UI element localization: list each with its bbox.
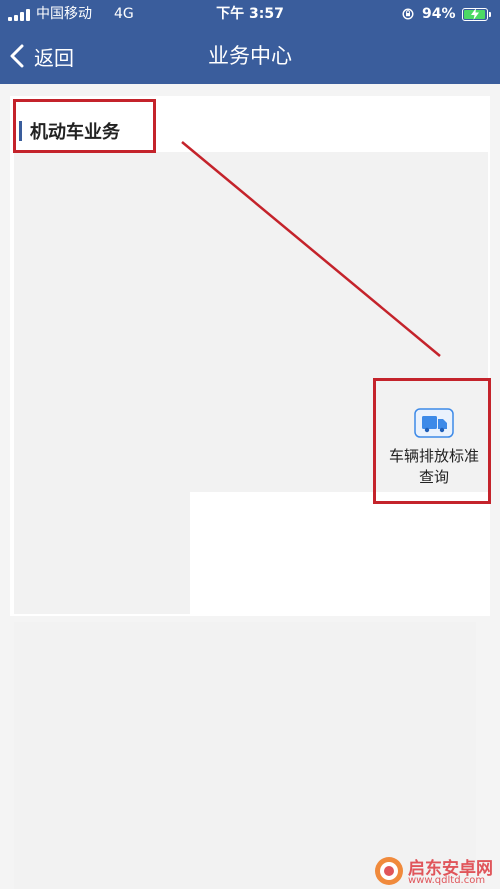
watermark-logo-icon [375, 857, 403, 885]
nav-bar: 返回 业务中心 [0, 28, 500, 84]
watermark: 启东安卓网 www.qdltd.com [374, 852, 500, 889]
app-header: 中国移动 4G 下午 3:57 94% 返回 业务中心 [0, 0, 500, 84]
obscured-content [14, 492, 190, 614]
obscured-content [14, 622, 476, 889]
battery-percent: 94% [422, 6, 456, 22]
rotation-lock-icon [402, 8, 414, 20]
page-title: 业务中心 [208, 44, 292, 68]
charging-bolt-icon [471, 8, 479, 20]
annotation-box-heading [13, 99, 156, 153]
annotation-box-service [373, 378, 491, 504]
watermark-url: www.qdltd.com [408, 875, 486, 886]
battery-icon [462, 8, 491, 21]
status-bar: 中国移动 4G 下午 3:57 94% [0, 0, 500, 28]
